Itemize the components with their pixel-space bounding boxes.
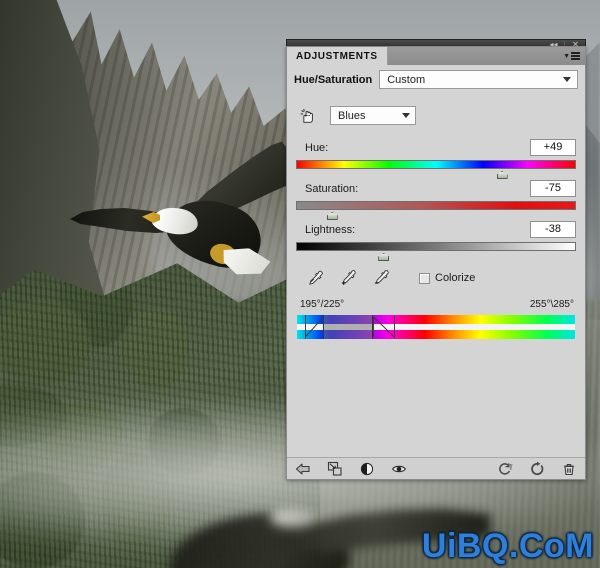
eyedropper-plus-icon[interactable] bbox=[339, 269, 357, 287]
clip-to-layer-icon[interactable] bbox=[327, 461, 343, 477]
panel-tab-bar: ADJUSTMENTS ▼ bbox=[287, 47, 585, 65]
chevron-down-icon bbox=[402, 113, 410, 118]
color-range-selector[interactable] bbox=[297, 315, 575, 339]
flying-eagle bbox=[70, 140, 310, 280]
menu-lines-icon bbox=[571, 52, 580, 60]
slider-row-lightness: Lightness: -38 bbox=[296, 221, 576, 261]
channel-value: Blues bbox=[338, 109, 366, 122]
view-previous-state-icon[interactable] bbox=[497, 461, 513, 477]
hue-slider-thumb[interactable] bbox=[496, 171, 508, 179]
eyedropper-row: Colorize bbox=[306, 269, 576, 287]
panel-bottom-toolbar bbox=[287, 457, 585, 479]
screenshot-root: UiBQ.CoM ◂◂ ✕ ADJUSTMENTS ▼ Hue/Saturati… bbox=[0, 0, 600, 568]
lightness-label: Lightness: bbox=[305, 223, 356, 236]
range-falloff-left-handle[interactable] bbox=[305, 315, 307, 339]
hue-value-input[interactable]: +49 bbox=[530, 139, 576, 156]
saturation-slider-thumb[interactable] bbox=[326, 212, 338, 220]
slider-row-hue: Hue: +49 bbox=[296, 139, 576, 179]
saturation-value-input[interactable]: -75 bbox=[530, 180, 576, 197]
hue-label-row: Hue: +49 bbox=[296, 139, 576, 156]
range-readout-row: 195°/225° 255°\285° bbox=[300, 299, 574, 310]
range-right-readout: 255°\285° bbox=[529, 299, 574, 310]
range-left-readout: 195°/225° bbox=[300, 299, 345, 310]
panel-title-row: Hue/Saturation Custom bbox=[287, 65, 585, 95]
adjustments-panel: ADJUSTMENTS ▼ Hue/Saturation Custom Blue… bbox=[286, 46, 586, 480]
hue-slider-track[interactable] bbox=[296, 160, 576, 179]
channel-dropdown[interactable]: Blues bbox=[330, 106, 416, 125]
toggle-layer-visibility-icon[interactable] bbox=[359, 461, 375, 477]
chevron-down-icon bbox=[563, 77, 571, 82]
on-image-adjust-hand-icon[interactable] bbox=[298, 107, 316, 125]
preset-value: Custom bbox=[387, 73, 426, 86]
colorize-checkbox[interactable] bbox=[419, 272, 430, 284]
hue-label: Hue: bbox=[305, 141, 329, 154]
reset-icon[interactable] bbox=[529, 461, 545, 477]
preset-dropdown[interactable]: Custom bbox=[379, 70, 578, 89]
saturation-slider-track[interactable] bbox=[296, 201, 576, 220]
saturation-label: Saturation: bbox=[305, 182, 359, 195]
lightness-value-input[interactable]: -38 bbox=[530, 221, 576, 238]
tab-adjustments[interactable]: ADJUSTMENTS bbox=[287, 47, 388, 65]
page-title: Hue/Saturation bbox=[294, 73, 373, 86]
blurred-eagle-head bbox=[270, 509, 318, 527]
eyedropper-icon[interactable] bbox=[306, 269, 324, 287]
eagle-tail bbox=[220, 245, 272, 281]
colorize-label: Colorize bbox=[435, 272, 476, 284]
return-to-adjustment-list-icon[interactable] bbox=[295, 461, 311, 477]
menu-caret-icon: ▼ bbox=[563, 52, 570, 60]
lightness-slider-track[interactable] bbox=[296, 242, 576, 261]
eye-icon[interactable] bbox=[391, 461, 407, 477]
eyedropper-minus-icon[interactable] bbox=[372, 269, 390, 287]
channel-row: Blues bbox=[298, 106, 576, 125]
panel-menu-icon[interactable]: ▼ bbox=[563, 52, 580, 60]
slider-row-saturation: Saturation: -75 bbox=[296, 180, 576, 220]
panel-body: Blues Hue: +49 Saturation: -75 Lightness… bbox=[287, 95, 585, 457]
colorize-checkbox-wrapper[interactable]: Colorize bbox=[419, 272, 475, 284]
lightness-slider-thumb[interactable] bbox=[378, 253, 390, 261]
lightness-label-row: Lightness: -38 bbox=[296, 221, 576, 238]
range-falloff-right-handle[interactable] bbox=[394, 315, 396, 339]
delete-icon[interactable] bbox=[561, 461, 577, 477]
range-selection-band[interactable] bbox=[323, 315, 374, 339]
tab-bar-filler: ▼ bbox=[387, 47, 585, 65]
saturation-label-row: Saturation: -75 bbox=[296, 180, 576, 197]
site-watermark: UiBQ.CoM bbox=[421, 527, 594, 565]
